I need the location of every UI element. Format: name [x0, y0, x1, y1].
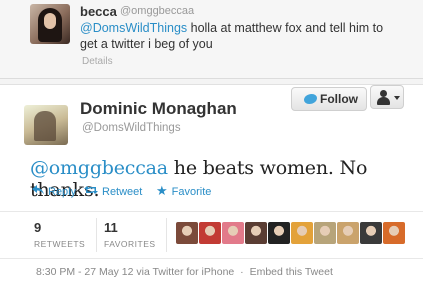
- reply-action[interactable]: Reply: [32, 185, 76, 198]
- main-author-name[interactable]: Dominic Monaghan: [80, 99, 237, 119]
- reply-text-line-1: holla at matthew fox and tell him to: [187, 21, 384, 35]
- favoriter-avatar[interactable]: [268, 222, 290, 244]
- user-icon-head: [380, 90, 387, 97]
- favoriter-avatar[interactable]: [291, 222, 313, 244]
- favoriter-avatar[interactable]: [360, 222, 382, 244]
- retweet-label: Retweet: [102, 186, 143, 198]
- favoriter-avatar[interactable]: [199, 222, 221, 244]
- chevron-down-icon: [394, 96, 400, 100]
- tweet-page: becca @omggbeccaa @DomsWildThings holla …: [0, 0, 423, 299]
- reply-label: Reply: [48, 186, 77, 198]
- favoriter-avatar[interactable]: [176, 222, 198, 244]
- favorite-action[interactable]: ★ Favorite: [156, 183, 211, 199]
- follow-button[interactable]: Follow: [291, 87, 367, 111]
- reply-author-handle[interactable]: @omggbeccaa: [120, 5, 194, 17]
- embed-tweet-link[interactable]: Embed this Tweet: [250, 266, 333, 278]
- user-actions-button[interactable]: [370, 85, 404, 109]
- main-author-handle[interactable]: @DomsWildThings: [82, 122, 181, 134]
- retweets-count[interactable]: 9: [34, 220, 41, 235]
- favoriter-avatar[interactable]: [222, 222, 244, 244]
- retweet-action[interactable]: Retweet: [84, 185, 142, 198]
- favoriter-avatar[interactable]: [314, 222, 336, 244]
- star-icon: ★: [156, 183, 168, 198]
- reply-tweet[interactable]: becca @omggbeccaa @DomsWildThings holla …: [0, 0, 423, 79]
- tweet-stats: 9 RETWEETS 11 FAVORITES: [0, 211, 423, 259]
- tweet-footer: 8:30 PM - 27 May 12 via Twitter for iPho…: [36, 266, 333, 278]
- reply-arrow-icon: [32, 185, 44, 195]
- favorites-count[interactable]: 11: [104, 220, 118, 235]
- details-link[interactable]: Details: [82, 56, 113, 67]
- stats-divider: [166, 218, 167, 252]
- favorites-label[interactable]: FAVORITES: [104, 239, 156, 249]
- becca-avatar[interactable]: [30, 4, 70, 44]
- avatar-face: [44, 13, 56, 29]
- main-tweet: Dominic Monaghan @DomsWildThings Follow …: [0, 84, 423, 299]
- twitter-bird-icon: [304, 94, 317, 104]
- user-icon: [377, 97, 390, 105]
- reply-author-name[interactable]: becca: [80, 4, 117, 19]
- favoriter-avatar[interactable]: [337, 222, 359, 244]
- avatar-figure: [34, 111, 56, 141]
- footer-separator: ·: [240, 266, 244, 278]
- favorite-label: Favorite: [171, 186, 212, 198]
- reply-mention-link[interactable]: @DomsWildThings: [80, 21, 187, 35]
- retweets-label[interactable]: RETWEETS: [34, 239, 85, 249]
- tweet-timestamp[interactable]: 8:30 PM - 27 May 12: [36, 266, 133, 278]
- retweet-icon: [84, 186, 98, 194]
- dominic-avatar[interactable]: [24, 105, 68, 145]
- reply-text-line-2: get a twitter i beg of you: [80, 37, 213, 51]
- tweet-source[interactable]: via Twitter for iPhone: [136, 266, 234, 278]
- favoriter-avatar[interactable]: [245, 222, 267, 244]
- reply-tweet-text: @DomsWildThings holla at matthew fox and…: [80, 20, 410, 52]
- stats-divider: [96, 218, 97, 252]
- follow-button-label: Follow: [320, 92, 358, 106]
- favoriter-avatar[interactable]: [383, 222, 405, 244]
- main-mention-link[interactable]: @omggbeccaa: [30, 157, 168, 179]
